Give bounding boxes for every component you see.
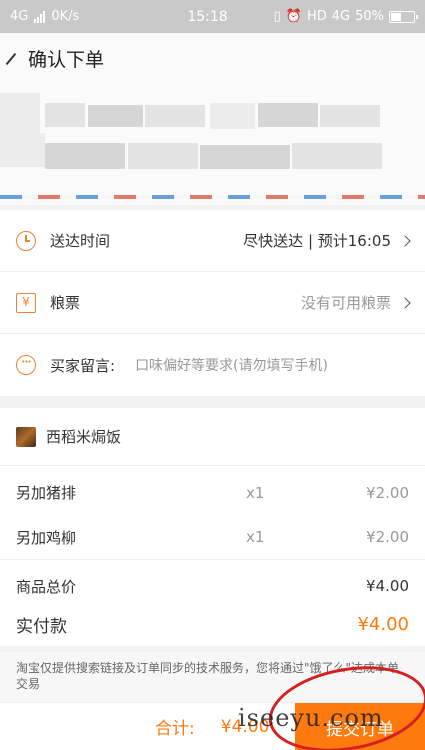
item-name: 另加鸡柳 (16, 528, 77, 547)
blurred-address (45, 143, 125, 169)
item-qty: x1 (246, 483, 265, 502)
ticket-icon (16, 292, 36, 313)
order-items: 西稻米焗饭 另加猪排 x1 ¥2.00 另加鸡柳 x1 ¥2.00 商品总价 ¥… (0, 408, 425, 646)
pay-total-row: 实付款 ¥4.00 (0, 606, 425, 642)
blurred-address (292, 143, 382, 169)
blurred-address (88, 105, 143, 127)
coupon-row[interactable]: 粮票 没有可用粮票 (0, 272, 425, 334)
blurred-address (0, 93, 40, 133)
delivery-time-text: 尽快送达 | 预计16:05 (243, 232, 391, 250)
item-name: 另加猪排 (16, 484, 77, 502)
alarm-icon: ⏰ (285, 9, 302, 24)
coupon-text: 没有可用粮票 (300, 294, 391, 312)
delivery-time-row[interactable]: 送达时间 尽快送达 | 预计16:05 (0, 210, 425, 272)
watermark: iseeyu.com (238, 704, 384, 732)
shop-logo (16, 426, 36, 447)
goods-total-value: ¥4.00 (366, 577, 409, 595)
title-row: 确认下单 (6, 45, 104, 72)
total-label: 合计: (155, 719, 195, 739)
blurred-address (45, 103, 85, 127)
hd-label: HD (306, 9, 327, 24)
item-qty: x1 (246, 528, 265, 546)
network-type-2: 4G (331, 9, 351, 24)
blurred-address (320, 105, 380, 127)
goods-total-label: 商品总价 (16, 577, 77, 596)
vibrate-icon: ▯ (273, 9, 281, 24)
coupon-label: 粮票 (50, 294, 81, 312)
blurred-address (200, 145, 290, 169)
pay-total-label: 实付款 (16, 616, 67, 637)
buyer-message-input[interactable]: 口味偏好等要求(请勿填写手机) (135, 355, 328, 375)
battery-level (391, 12, 402, 21)
pay-total-value: ¥4.00 (357, 613, 409, 635)
network-speed: 0K/s (51, 9, 80, 24)
blurred-address (258, 103, 318, 127)
airmail-border (0, 195, 425, 199)
buyer-message-label: 买家留言: (50, 356, 116, 375)
network-type: 4G (10, 9, 29, 24)
item-price: ¥2.00 (366, 528, 409, 546)
battery-percent: 50% (355, 9, 384, 24)
battery-icon (389, 10, 418, 23)
chevron-right-icon (399, 296, 411, 309)
coupon-value: 没有可用粮票 (300, 292, 411, 313)
status-bar: 4G 0K/s 15:18 ▯ ⏰ HD 4G 50% (0, 0, 425, 33)
page-title: 确认下单 (28, 49, 105, 71)
clock-icon (16, 230, 36, 251)
item-price: ¥2.00 (366, 483, 409, 502)
blurred-address (210, 103, 255, 129)
blurred-address (0, 133, 45, 167)
address-area[interactable]: 确认下单 (0, 33, 425, 205)
delivery-time-value: 尽快送达 | 预计16:05 (243, 230, 411, 251)
back-icon[interactable] (6, 52, 20, 66)
list-item: 另加鸡柳 x1 ¥2.00 (0, 515, 425, 560)
goods-total-row: 商品总价 ¥4.00 (0, 566, 425, 606)
blurred-address (128, 143, 198, 169)
shop-name: 西稻米焗饭 (46, 428, 122, 446)
chevron-right-icon (399, 234, 411, 247)
order-options: 送达时间 尽快送达 | 预计16:05 粮票 没有可用粮票 买家留言: 口味偏好… (0, 210, 425, 396)
shop-row[interactable]: 西稻米焗饭 (0, 408, 425, 466)
blurred-address (145, 105, 205, 127)
clock-time: 15:18 (187, 8, 228, 25)
delivery-time-label: 送达时间 (50, 232, 111, 250)
list-item: 另加猪排 x1 ¥2.00 (0, 470, 425, 515)
buyer-message-row[interactable]: 买家留言: 口味偏好等要求(请勿填写手机) (0, 334, 425, 396)
signal-icon (34, 10, 46, 23)
message-icon (16, 355, 36, 375)
